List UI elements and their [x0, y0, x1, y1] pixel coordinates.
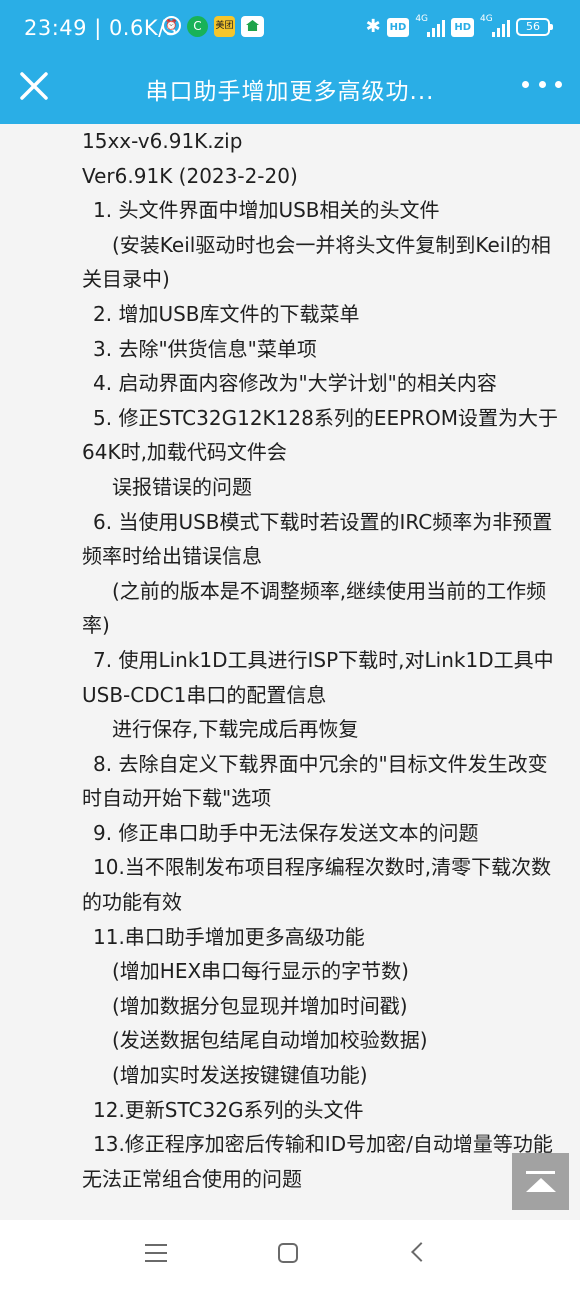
content-line: 1. 头文件界面中增加USB相关的头文件: [93, 198, 440, 223]
content-line: 11.串口助手增加更多高级功能: [93, 924, 365, 949]
content-line: (增加实时发送按键键值功能): [112, 1063, 368, 1088]
menu-line-icon: [145, 1252, 167, 1254]
app-notification-icon: C: [187, 16, 208, 37]
content-line: 8. 去除自定义下载界面中冗余的"目标文件发生改变时自动开始下载"选项: [82, 751, 548, 811]
content-line: 3. 去除"供货信息"菜单项: [93, 336, 317, 361]
back-button[interactable]: [411, 1242, 431, 1262]
content-line: 2. 增加USB库文件的下载菜单: [93, 301, 360, 326]
content-line: (发送数据包结尾自动增加校验数据): [112, 1028, 428, 1053]
meituan-icon: 美团: [214, 16, 235, 37]
article-content: 15xx-v6.91K.zip Ver6.91K (2023-2-20) 1. …: [82, 124, 564, 1220]
page-title: 串口助手增加更多高级功...: [145, 79, 435, 105]
title-bar: 串口助手增加更多高级功...: [0, 60, 580, 124]
more-dot-icon: [522, 80, 529, 88]
status-bar: 23:49 | 0.6K/s ⏰ C 美团 ✱ HD 4G HD 4G 56: [0, 0, 580, 60]
content-line: 6. 当使用USB模式下载时若设置的IRC频率为非预置频率时给出错误信息: [82, 509, 553, 569]
content-line: 13.修正程序加密后传输和ID号加密/自动增量等功能无法正常组合使用的问题: [82, 1132, 553, 1191]
content-line: (安装Keil驱动时也会一并将头文件复制到Keil的相关目录中): [82, 232, 551, 292]
content-line: 进行保存,下载完成后再恢复: [112, 717, 359, 742]
close-button[interactable]: [16, 68, 52, 104]
more-dot-icon: [555, 80, 562, 88]
hd-badge-1: HD: [386, 17, 410, 37]
hd-badge-2: HD: [451, 17, 474, 37]
house-app-icon: [241, 16, 264, 37]
alarm-icon: ⏰: [162, 16, 181, 35]
more-options-button[interactable]: [522, 72, 562, 96]
menu-line-icon: [145, 1260, 167, 1262]
signal-icon-2: 4G: [480, 14, 510, 38]
content-line: (之前的版本是不调整频率,继续使用当前的工作频率): [82, 578, 547, 638]
content-line: 10.当不限制发布项目程序编程次数时,清零下载次数的功能有效: [82, 855, 552, 915]
content-line: 误报错误的问题: [112, 474, 252, 499]
content-line: 9. 修正串口助手中无法保存发送文本的问题: [93, 820, 479, 845]
more-dot-icon: [538, 80, 546, 88]
system-icons: ✱ HD 4G HD 4G 56: [365, 14, 553, 38]
scroll-to-top-button[interactable]: [512, 1153, 569, 1210]
status-time-speed: 23:49 | 0.6K/s: [24, 16, 178, 40]
home-button[interactable]: [278, 1243, 298, 1263]
content-line: 15xx-v6.91K.zip: [82, 129, 243, 153]
recent-apps-button[interactable]: [145, 1244, 167, 1262]
app-header: 23:49 | 0.6K/s ⏰ C 美团 ✱ HD 4G HD 4G 56 串…: [0, 0, 580, 124]
bluetooth-icon: ✱: [365, 16, 381, 37]
signal-icon-1: 4G: [415, 14, 446, 38]
content-line: 12.更新STC32G系列的头文件: [93, 1097, 364, 1122]
notification-icons: ⏰ C 美团: [162, 16, 264, 37]
content-line: 5. 修正STC32G12K128系列的EEPROM设置为大于64K时,加载代码…: [82, 405, 559, 465]
menu-line-icon: [145, 1244, 167, 1246]
content-line: (增加数据分包显现并增加时间戳): [112, 993, 408, 1018]
content-line: Ver6.91K (2023-2-20): [82, 163, 298, 188]
close-icon: [20, 72, 48, 100]
network-label-2: 4G: [480, 14, 493, 24]
network-label-1: 4G: [415, 14, 429, 24]
system-nav-bar: [0, 1220, 580, 1289]
content-line: 4. 启动界面内容修改为"大学计划"的相关内容: [93, 371, 497, 396]
content-line: (增加HEX串口每行显示的字节数): [112, 959, 409, 984]
battery-icon: 56: [516, 18, 553, 36]
content-line: 7. 使用Link1D工具进行ISP下载时,对Link1D工具中USB-CDC1…: [82, 647, 554, 707]
